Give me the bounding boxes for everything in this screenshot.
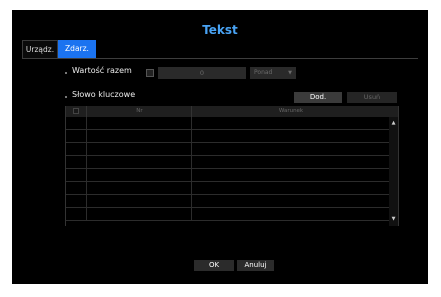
- tab-divider: [22, 58, 418, 59]
- nr-cell: [86, 208, 192, 221]
- ok-button[interactable]: OK: [194, 260, 234, 271]
- table-scrollbar[interactable]: ▲ ▼: [389, 117, 398, 226]
- condition-cell[interactable]: [191, 143, 390, 156]
- delete-keyword-button[interactable]: Usuń: [347, 92, 397, 103]
- condition-cell[interactable]: [191, 182, 390, 195]
- condition-cell[interactable]: [191, 208, 390, 221]
- nr-cell: [86, 117, 192, 130]
- row-select-cell[interactable]: [66, 182, 86, 195]
- column-header-condition: Warunek: [191, 106, 390, 117]
- table-row[interactable]: [66, 143, 389, 156]
- nr-cell: [86, 195, 192, 208]
- table-row[interactable]: [66, 208, 389, 221]
- chevron-down-icon: ▼: [288, 70, 292, 76]
- scroll-down-icon[interactable]: ▼: [389, 215, 398, 224]
- keyword-label: Słowo kluczowe: [72, 90, 136, 99]
- select-all-cell[interactable]: [66, 106, 86, 117]
- cancel-button[interactable]: Anuluj: [237, 260, 274, 271]
- scroll-up-icon[interactable]: ▲: [389, 119, 398, 128]
- row-select-cell[interactable]: [66, 156, 86, 169]
- nr-cell: [86, 169, 192, 182]
- dialog-title: Tekst: [202, 23, 238, 37]
- condition-cell[interactable]: [191, 117, 390, 130]
- bullet-icon: [65, 72, 67, 74]
- condition-cell[interactable]: [191, 156, 390, 169]
- column-header-nr: Nr: [86, 106, 192, 117]
- row-select-cell[interactable]: [66, 143, 86, 156]
- row-select-cell[interactable]: [66, 117, 86, 130]
- operator-select[interactable]: Ponad ▼: [250, 67, 296, 79]
- bullet-icon: [65, 96, 67, 98]
- table-row[interactable]: [66, 169, 389, 182]
- operator-select-value: Ponad: [254, 69, 273, 76]
- add-keyword-button[interactable]: Dod.: [294, 92, 342, 103]
- nr-cell: [86, 130, 192, 143]
- table-header: Nr Warunek: [66, 106, 398, 117]
- condition-cell[interactable]: [191, 169, 390, 182]
- total-value-label: Wartość razem: [72, 66, 132, 75]
- keyword-table: Nr Warunek ▲ ▼: [65, 106, 399, 226]
- nr-cell: [86, 143, 192, 156]
- condition-cell[interactable]: [191, 195, 390, 208]
- nr-cell: [86, 156, 192, 169]
- row-select-cell[interactable]: [66, 169, 86, 182]
- condition-cell[interactable]: [191, 130, 390, 143]
- total-value-input[interactable]: 0: [158, 67, 246, 79]
- text-dialog: Tekst Urządz. Zdarz. Wartość razem 0 Pon…: [12, 10, 428, 284]
- total-value-checkbox[interactable]: [146, 69, 154, 77]
- nr-cell: [86, 182, 192, 195]
- table-row[interactable]: [66, 182, 389, 195]
- select-all-checkbox[interactable]: [73, 108, 79, 114]
- table-row[interactable]: [66, 156, 389, 169]
- tab-event[interactable]: Zdarz.: [58, 40, 96, 58]
- table-row[interactable]: [66, 130, 389, 143]
- row-select-cell[interactable]: [66, 195, 86, 208]
- row-select-cell[interactable]: [66, 130, 86, 143]
- tab-device[interactable]: Urządz.: [22, 40, 58, 58]
- row-select-cell[interactable]: [66, 208, 86, 221]
- table-row[interactable]: [66, 195, 389, 208]
- table-row[interactable]: [66, 117, 389, 130]
